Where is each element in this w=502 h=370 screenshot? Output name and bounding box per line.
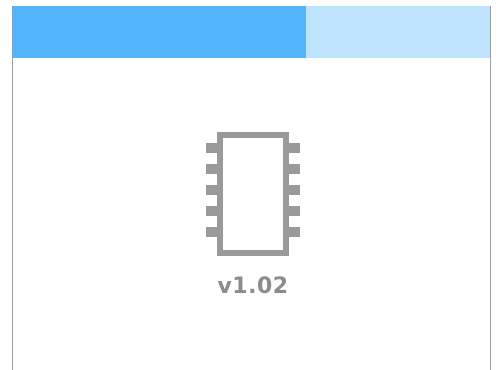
progress-bar-fill	[13, 6, 307, 58]
chip-icon	[206, 132, 300, 256]
firmware-screen: v1.02	[12, 6, 491, 370]
version-label: v1.02	[217, 274, 289, 299]
progress-bar	[13, 6, 490, 58]
